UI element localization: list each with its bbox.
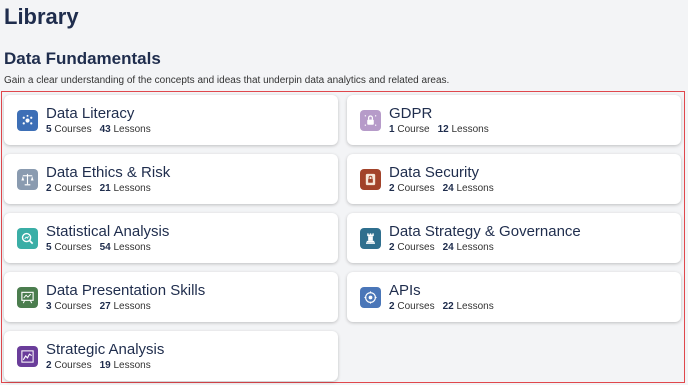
card-data-ethics-risk[interactable]: Data Ethics & Risk 2 Courses 21 Lessons [4,154,338,204]
line-chart-icon [17,346,38,367]
card-title: Data Literacy [46,105,135,122]
card-title: Statistical Analysis [46,223,170,240]
card-title: GDPR [389,105,433,122]
card-meta: 2 Courses 21 Lessons [46,183,151,194]
data-literacy-icon [17,110,38,131]
card-data-literacy[interactable]: Data Literacy 5 Courses 43 Lessons [4,95,338,145]
card-meta: 2 Courses 22 Lessons [389,301,494,312]
card-meta: 1 Course 12 Lessons [389,124,489,135]
card-title: Data Security [389,164,480,181]
section-title: Data Fundamentals [4,49,161,68]
card-statistical-analysis[interactable]: Statistical Analysis 5 Courses 54 Lessons [4,213,338,263]
card-title: Data Ethics & Risk [46,164,171,181]
card-meta: 2 Courses 24 Lessons [389,183,494,194]
card-title: Data Presentation Skills [46,282,206,299]
card-meta: 2 Courses 24 Lessons [389,242,494,253]
card-apis[interactable]: APIs 2 Courses 22 Lessons [347,272,681,322]
scales-icon [17,169,38,190]
card-data-presentation-skills[interactable]: Data Presentation Skills 3 Courses 27 Les… [4,272,338,322]
card-title: Strategic Analysis [46,341,165,358]
magnifier-chart-icon [17,228,38,249]
card-data-security[interactable]: Data Security 2 Courses 24 Lessons [347,154,681,204]
card-title: APIs [389,282,421,299]
lock-icon [360,110,381,131]
card-data-strategy-governance[interactable]: Data Strategy & Governance 2 Courses 24 L… [347,213,681,263]
card-gdpr[interactable]: GDPR 1 Course 12 Lessons [347,95,681,145]
api-cloud-icon [360,287,381,308]
card-title: Data Strategy & Governance [389,223,581,240]
card-meta: 3 Courses 27 Lessons [46,301,151,312]
card-strategic-analysis[interactable]: Strategic Analysis 2 Courses 19 Lessons [4,331,338,381]
chess-rook-icon [360,228,381,249]
padlock-icon [360,169,381,190]
presentation-board-icon [17,287,38,308]
card-meta: 5 Courses 43 Lessons [46,124,151,135]
section-description: Gain a clear understanding of the concep… [4,75,450,86]
card-meta: 2 Courses 19 Lessons [46,360,151,371]
card-meta: 5 Courses 54 Lessons [46,242,151,253]
page-title: Library [4,4,79,29]
